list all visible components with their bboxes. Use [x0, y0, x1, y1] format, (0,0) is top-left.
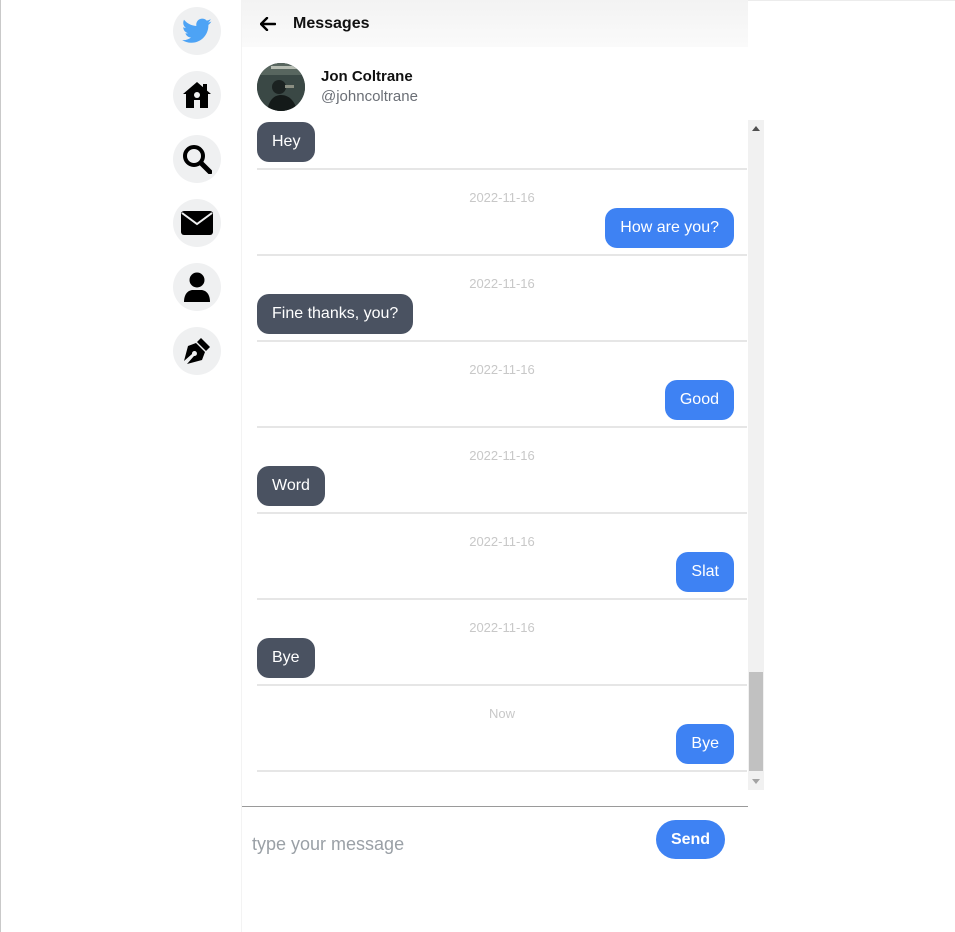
message-timestamp: 2022-11-16 — [469, 534, 535, 549]
contact-name: Jon Coltrane — [321, 68, 413, 85]
twitter-bird-icon — [182, 18, 212, 43]
message-timestamp: 2022-11-16 — [469, 276, 535, 291]
composer-divider — [242, 806, 748, 807]
message-item: Now Bye — [257, 686, 747, 772]
received-message-bubble[interactable]: Word — [257, 466, 325, 506]
messages-header: Messages — [242, 0, 748, 47]
window-left-border — [0, 0, 1, 932]
pen-nib-icon — [184, 338, 210, 364]
sent-message-bubble[interactable]: Bye — [676, 724, 734, 764]
arrow-left-icon — [260, 16, 276, 31]
message-timestamp: 2022-11-16 — [469, 620, 535, 635]
message-item: 2022-11-16 How are you? — [257, 170, 747, 256]
contact-card[interactable]: Jon Coltrane @johncoltrane — [257, 63, 418, 111]
message-timestamp: 2022-11-16 — [469, 190, 535, 205]
back-button[interactable] — [260, 14, 280, 34]
message-input[interactable] — [252, 826, 642, 862]
message-item: 2022-11-16 Bye — [257, 600, 747, 686]
sidebar-item-profile[interactable] — [173, 263, 221, 311]
user-icon — [184, 272, 210, 302]
home-icon — [183, 82, 211, 108]
received-message-bubble[interactable]: Hey — [257, 122, 316, 162]
contact-handle: @johncoltrane — [321, 88, 418, 105]
message-timestamp: Now — [488, 706, 515, 721]
sidebar-item-home[interactable] — [173, 71, 221, 119]
message-list[interactable]: Hey 2022-11-16 How are you? 2022-11-16 Fine … — [257, 120, 747, 790]
sidebar-item-logo[interactable] — [173, 7, 221, 55]
scroll-down-arrow[interactable] — [748, 774, 764, 790]
scroll-thumb[interactable] — [749, 672, 763, 771]
triangle-up-icon — [752, 126, 760, 131]
page-title: Messages — [293, 14, 370, 32]
received-message-bubble[interactable]: Bye — [257, 638, 315, 678]
sidebar-item-compose[interactable] — [173, 327, 221, 375]
message-item: 2022-11-16 Good — [257, 342, 747, 428]
sidebar-item-messages[interactable] — [173, 199, 221, 247]
received-message-bubble[interactable]: Fine thanks, you? — [257, 294, 414, 334]
message-item: 2022-11-16 Slat — [257, 514, 747, 600]
sent-message-bubble[interactable]: How are you? — [605, 208, 734, 248]
message-item: 2022-11-16 Fine thanks, you? — [257, 256, 747, 342]
sidebar-item-search[interactable] — [173, 135, 221, 183]
search-icon — [183, 145, 212, 174]
avatar — [257, 63, 305, 111]
sidebar-nav — [173, 7, 221, 391]
scrollbar[interactable] — [748, 120, 764, 790]
contact-info: Jon Coltrane @johncoltrane — [321, 67, 418, 107]
send-button[interactable]: Send — [656, 820, 725, 859]
message-timestamp: 2022-11-16 — [469, 362, 535, 377]
message-timestamp: 2022-11-16 — [469, 448, 535, 463]
message-item: Hey — [257, 120, 747, 170]
top-divider — [748, 0, 955, 1]
sent-message-bubble[interactable]: Good — [664, 380, 734, 420]
sent-message-bubble[interactable]: Slat — [676, 552, 734, 592]
envelope-icon — [181, 211, 213, 235]
message-item: 2022-11-16 Word — [257, 428, 747, 514]
avatar-image — [257, 63, 305, 111]
scroll-up-arrow[interactable] — [748, 120, 764, 136]
triangle-down-icon — [752, 779, 760, 784]
